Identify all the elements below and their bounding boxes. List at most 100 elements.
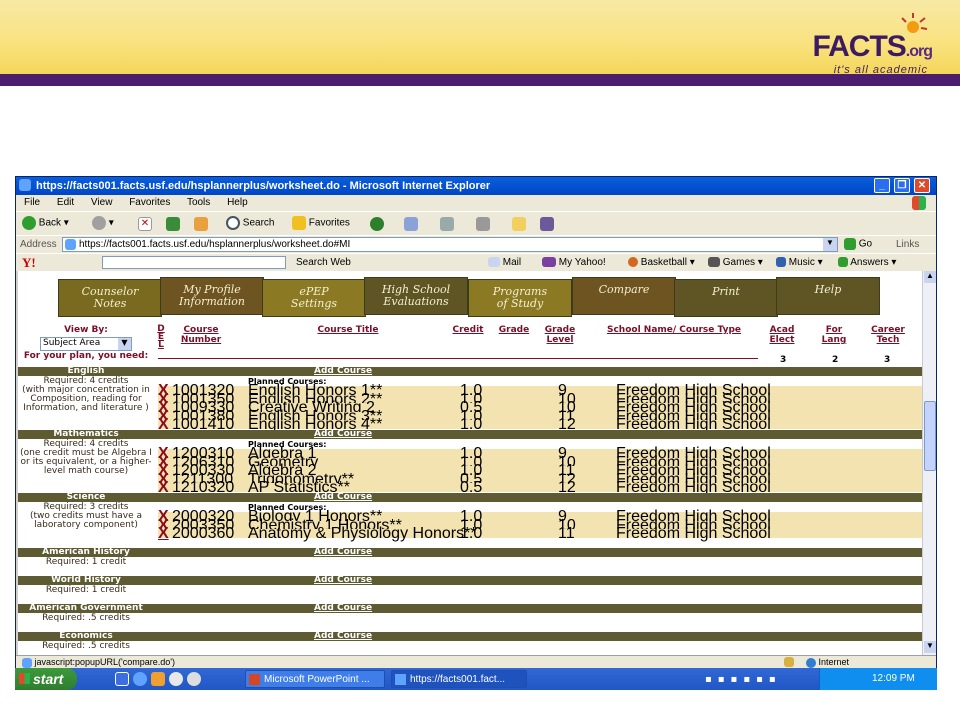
taskbar-browser[interactable]: https://facts001.fact... — [391, 670, 527, 688]
yahoo-logo[interactable]: Y! — [22, 255, 36, 271]
header-career[interactable]: Career Tech — [866, 325, 910, 345]
address-dropdown-icon[interactable]: ▼ — [823, 238, 837, 251]
nav-tab[interactable]: Help — [776, 277, 880, 315]
print-icon[interactable] — [440, 217, 454, 231]
refresh-icon[interactable] — [166, 217, 180, 231]
nav-tab[interactable]: High School Evaluations — [364, 277, 468, 315]
subject-name: Science — [66, 492, 106, 502]
subject-requirement: Required: 4 credits (one credit must be A… — [18, 440, 154, 476]
delete-course-button[interactable]: X — [158, 480, 169, 496]
search-button[interactable]: Search — [226, 216, 274, 230]
powerpoint-icon — [249, 674, 260, 685]
ie-quicklaunch-icon[interactable] — [133, 672, 147, 686]
back-button[interactable]: Back ▾ — [22, 216, 69, 230]
delete-course-button[interactable]: X — [158, 417, 169, 433]
maximize-button[interactable]: ❐ — [894, 178, 910, 193]
course-grade-level: 11 — [558, 525, 575, 543]
nav-tab-line2: Settings — [290, 297, 338, 310]
menu-edit[interactable]: Edit — [57, 197, 74, 208]
delete-course-button[interactable]: X — [158, 526, 169, 542]
yahoo-my-yahoo[interactable]: My Yahoo! — [542, 257, 606, 268]
search-web-button[interactable]: Search Web — [296, 257, 351, 268]
home-icon[interactable] — [194, 217, 208, 231]
add-course-link[interactable]: Add Course — [314, 632, 372, 641]
add-course-link[interactable]: Add Course — [314, 493, 372, 502]
media-icon[interactable] — [370, 217, 384, 231]
menu-view[interactable]: View — [91, 197, 113, 208]
nav-tab[interactable]: ePEP Settings — [262, 279, 366, 317]
media-player-icon[interactable] — [169, 672, 183, 686]
course-credit: 1.0 — [460, 525, 483, 543]
system-tray: 12:09 PM — [819, 668, 937, 690]
links-label[interactable]: Links — [896, 239, 919, 250]
go-arrow-icon — [844, 238, 856, 250]
research-icon[interactable] — [540, 217, 554, 231]
clock[interactable]: 12:09 PM — [872, 673, 915, 684]
nav-tab[interactable]: Compare — [572, 277, 676, 315]
add-course-link[interactable]: Add Course — [314, 576, 372, 585]
nav-tab[interactable]: Counselor Notes — [58, 279, 162, 317]
header-for-lang[interactable]: For Lang — [814, 325, 854, 345]
folder-icon[interactable] — [512, 217, 526, 231]
start-button[interactable]: start — [15, 668, 77, 690]
minimize-button[interactable]: _ — [874, 178, 890, 193]
nav-tab[interactable]: Programs of Study — [468, 279, 572, 317]
subject-requirement: Required: .5 credits — [18, 614, 154, 623]
close-button[interactable]: ✕ — [914, 178, 930, 193]
scroll-thumb[interactable] — [924, 401, 936, 471]
taskbar-powerpoint[interactable]: Microsoft PowerPoint ... — [245, 670, 385, 688]
yahoo-basketball[interactable]: Basketball ▾ — [628, 257, 695, 268]
menu-tools[interactable]: Tools — [187, 197, 210, 208]
add-course-link[interactable]: Add Course — [314, 548, 372, 557]
menu-help[interactable]: Help — [227, 197, 248, 208]
add-course-link[interactable]: Add Course — [314, 367, 372, 376]
view-by-control: View By: Subject Area ▼ — [18, 325, 154, 351]
view-by-select[interactable]: Subject Area ▼ — [40, 337, 132, 351]
yahoo-mail[interactable]: Mail — [488, 257, 521, 268]
yahoo-mail-label: Mail — [502, 257, 522, 268]
header-acad[interactable]: Acad Elect — [762, 325, 802, 345]
go-button[interactable]: Go — [844, 238, 872, 250]
my-yahoo-icon — [542, 257, 556, 268]
requirement-note: (one credit must be Algebra I or its equ… — [20, 448, 152, 476]
header-del[interactable]: D E L — [156, 325, 166, 350]
yahoo-answers[interactable]: Answers ▾ — [838, 257, 896, 268]
subject-header: American Government Add Course — [18, 604, 922, 613]
tray-icons[interactable]: ▪▪▪▪▪▪ — [705, 674, 782, 685]
forward-arrow-icon — [92, 216, 106, 230]
menu-favorites[interactable]: Favorites — [129, 197, 170, 208]
taskbar-powerpoint-label: Microsoft PowerPoint ... — [264, 674, 370, 685]
add-course-link[interactable]: Add Course — [314, 430, 372, 439]
address-input[interactable]: https://facts001.facts.usf.edu/hsplanner… — [62, 237, 838, 252]
outlook-icon[interactable] — [151, 672, 165, 686]
yahoo-music[interactable]: Music ▾ — [776, 257, 823, 268]
window-title-bar: https://facts001.facts.usf.edu/hsplanner… — [16, 177, 936, 195]
header-course-number[interactable]: Course Number — [172, 325, 230, 345]
yahoo-toolbar: Y! Search Web Mail My Yahoo! Basketball … — [16, 253, 936, 271]
menu-file[interactable]: File — [24, 197, 40, 208]
edit-icon[interactable] — [476, 217, 490, 231]
add-course-link[interactable]: Add Course — [314, 604, 372, 613]
nav-tab[interactable]: My Profile Information — [160, 277, 264, 315]
envelope-icon — [488, 257, 500, 268]
header-credit[interactable]: Credit — [448, 325, 488, 335]
disc-icon[interactable] — [187, 672, 201, 686]
header-grade-level[interactable]: Grade Level — [540, 325, 580, 345]
scroll-up-icon[interactable]: ▲ — [924, 271, 936, 283]
scroll-down-icon[interactable]: ▼ — [924, 641, 936, 653]
yahoo-games[interactable]: Games ▾ — [708, 257, 763, 268]
nav-tab[interactable]: Print — [674, 279, 778, 317]
header-course-title[interactable]: Course Title — [248, 325, 448, 335]
word-icon[interactable] — [115, 672, 129, 686]
header-school[interactable]: School Name/ Course Type — [584, 325, 764, 335]
header-grade[interactable]: Grade — [494, 325, 534, 335]
forward-button[interactable]: ▾ — [92, 216, 114, 230]
vertical-scrollbar[interactable]: ▲ ▼ — [922, 271, 936, 655]
yahoo-search-input[interactable] — [102, 256, 286, 269]
course-row: X 1210320 AP Statistics** 0.5 12 Freedom High… — [158, 480, 922, 496]
address-bar: Address https://facts001.facts.usf.edu/h… — [16, 235, 936, 253]
stop-icon[interactable]: ✕ — [138, 217, 152, 231]
mail-icon[interactable] — [404, 217, 418, 231]
subject-header: Science Add Course — [18, 493, 922, 502]
favorites-button[interactable]: Favorites — [292, 216, 350, 230]
